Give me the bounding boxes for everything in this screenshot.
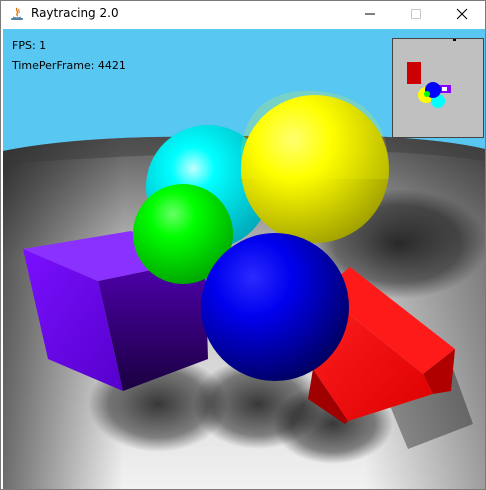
java-app-icon [11,7,23,20]
minimap-green-sphere [424,91,430,97]
yellow-sphere [241,90,389,243]
minimize-icon [365,13,375,15]
minimap-scene [407,37,456,108]
close-icon [456,8,468,20]
close-button[interactable] [439,1,485,27]
render-viewport[interactable]: FPS: 1 TimePerFrame: 4421 [3,29,485,489]
title-bar[interactable]: Raytracing 2.0 [1,1,485,27]
time-per-frame-readout: TimePerFrame: 4421 [12,59,126,72]
maximize-button[interactable] [393,1,439,27]
minimap-marker [442,87,447,91]
minimap [392,37,484,138]
app-window: Raytracing 2.0 FPS: 1 TimePerFrame: 4421 [0,0,486,490]
window-title: Raytracing 2.0 [31,6,119,20]
minimap-red-box [407,62,421,84]
maximize-icon [411,9,421,19]
minimize-button[interactable] [347,1,393,27]
fps-counter: FPS: 1 [12,39,47,52]
minimap-camera-marker [453,37,456,41]
blue-sphere [201,233,349,381]
